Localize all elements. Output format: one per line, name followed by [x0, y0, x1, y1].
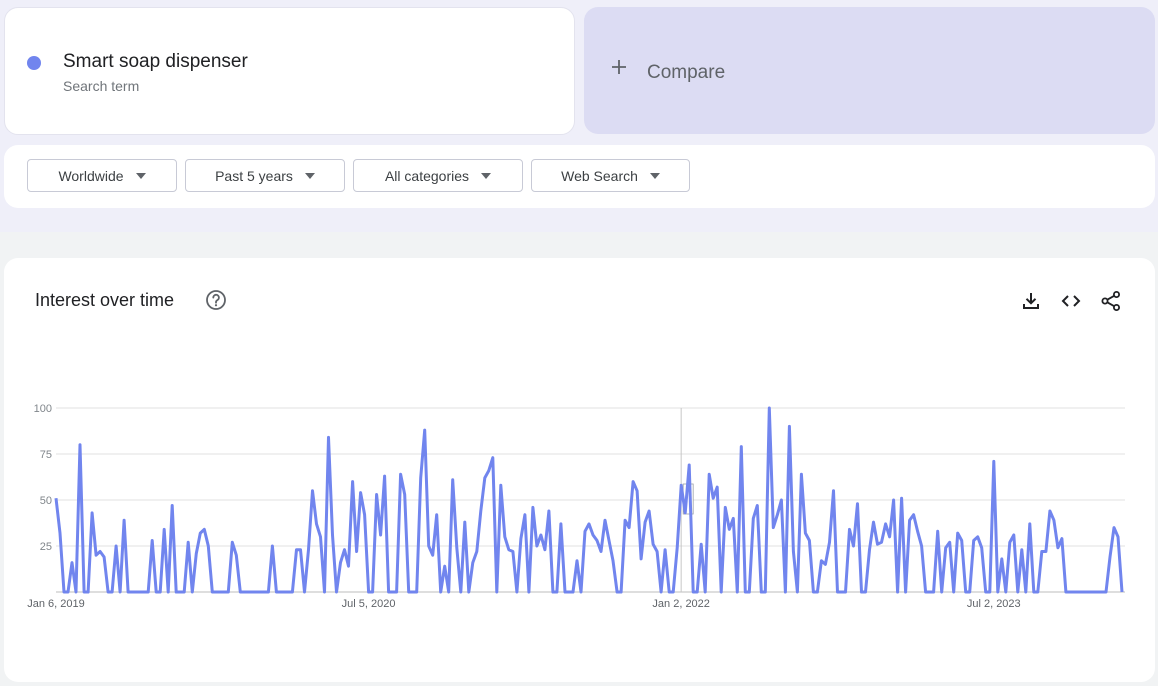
category-filter-dropdown[interactable]: All categories [353, 159, 523, 192]
time-range-filter-label: Past 5 years [215, 167, 293, 184]
filter-bar: Worldwide Past 5 years All categories We… [4, 145, 1155, 208]
search-term-type: Search term [63, 78, 140, 94]
search-type-filter-label: Web Search [561, 167, 638, 184]
region-filter-dropdown[interactable]: Worldwide [27, 159, 177, 192]
caret-down-icon [135, 172, 146, 179]
caret-down-icon [481, 172, 492, 179]
x-tick-label: Jan 2, 2022 [652, 598, 710, 610]
y-tick-label: 50 [40, 495, 52, 507]
category-filter-label: All categories [384, 167, 470, 184]
search-term-card[interactable]: Smart soap dispenser Search term [4, 7, 575, 135]
x-tick-label: Jul 5, 2020 [342, 598, 396, 610]
search-term-name[interactable]: Smart soap dispenser [63, 51, 248, 73]
compare-label: Compare [647, 62, 726, 83]
interest-over-time-card: Interest over time 25 50 75 100 Jan 6, 2019 J… [4, 258, 1155, 682]
region-filter-label: Worldwide [58, 167, 124, 184]
y-tick-label: 75 [40, 449, 52, 461]
y-tick-label: 25 [40, 541, 52, 553]
caret-down-icon [649, 172, 660, 179]
interest-line-chart[interactable]: 25 50 75 100 Jan 6, 2019 Jul 5, 2020 Jan 2, 20… [4, 258, 1155, 682]
time-range-filter-dropdown[interactable]: Past 5 years [185, 159, 345, 192]
x-tick-label: Jul 2, 2023 [967, 598, 1021, 610]
term-color-dot [27, 56, 41, 70]
compare-button[interactable]: Compare [584, 7, 1155, 134]
plus-icon [612, 60, 626, 74]
search-type-filter-dropdown[interactable]: Web Search [531, 159, 690, 192]
header-band: Smart soap dispenser Search term Compare… [0, 0, 1158, 232]
y-tick-label: 100 [34, 403, 52, 415]
x-tick-label: Jan 6, 2019 [27, 598, 85, 610]
caret-down-icon [304, 172, 315, 179]
